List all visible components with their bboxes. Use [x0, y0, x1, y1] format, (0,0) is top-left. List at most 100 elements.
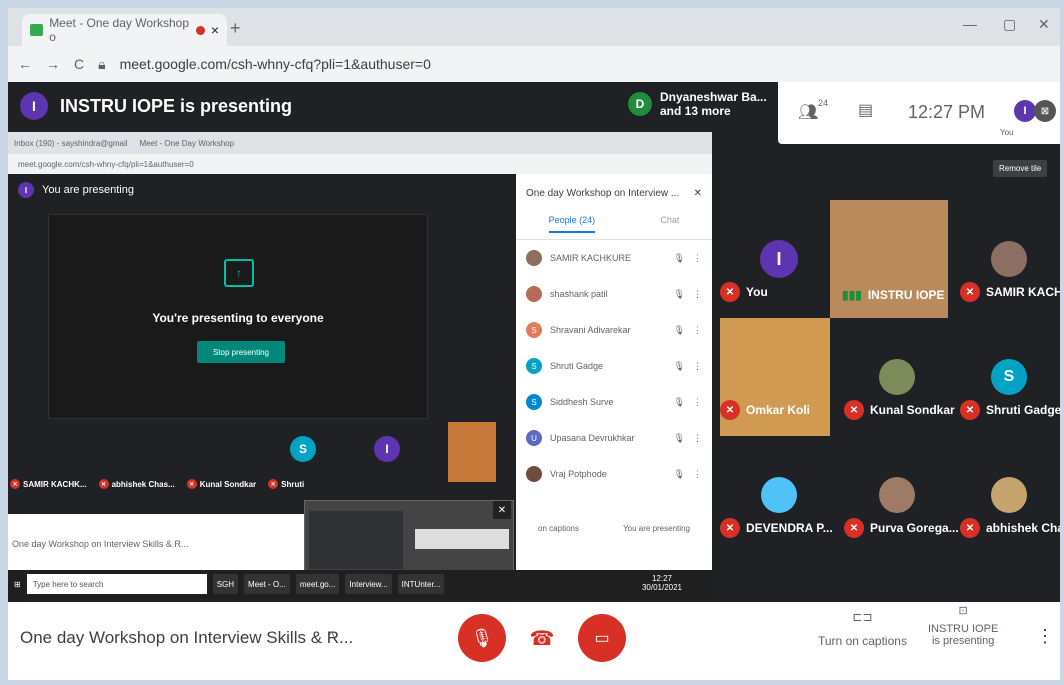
person-name: Vraj Potphode: [550, 469, 607, 479]
tile-purva[interactable]: ✕ Purva Gorega...: [838, 436, 959, 554]
maximize-icon[interactable]: ▢: [1003, 16, 1016, 33]
url-field[interactable]: meet.google.com/csh-whny-cfq?pli=1&authu…: [120, 56, 431, 72]
tile-omkar[interactable]: ✕ Omkar Koli: [720, 318, 830, 436]
tile-photo: [879, 359, 915, 395]
captions-button[interactable]: ⊏⊐ Turn on captions: [818, 610, 907, 648]
more-icon[interactable]: ⋮: [693, 325, 702, 336]
recording-icon: [196, 25, 205, 35]
thumbnail-close-icon[interactable]: ✕: [493, 501, 511, 519]
tile-shruti[interactable]: S ✕ Shruti Gadge: [950, 318, 1060, 436]
person-name: Shruti Gadge: [550, 361, 604, 371]
tile-kunal[interactable]: ✕ Kunal Sondkar: [838, 318, 956, 436]
mic-off-icon: 🎙︎: [673, 360, 685, 371]
back-icon[interactable]: ←: [18, 56, 32, 72]
inner-tab-inbox: Inbox (190) - sayshindra@gmail: [14, 138, 128, 148]
mic-off-icon: 🎙︎: [673, 324, 685, 335]
close-window-icon[interactable]: ✕: [1038, 16, 1050, 33]
more-icon[interactable]: ⋮: [693, 289, 702, 300]
cc-icon: ⊏⊐: [852, 610, 873, 624]
tile-name: Shruti Gadge: [986, 403, 1060, 417]
forward-icon[interactable]: →: [46, 56, 60, 72]
list-item[interactable]: SAMIR KACHKURE 🎙︎ ⋮: [516, 240, 712, 276]
presenting-card: ↑ You're presenting to everyone Stop pre…: [48, 214, 428, 419]
taskbar-item[interactable]: meet.go...: [295, 574, 340, 594]
remove-tile-icon[interactable]: ⊠: [1034, 100, 1056, 122]
presenter-avatar: I: [20, 92, 48, 120]
bottom-control-bar: One day Workshop on Interview Skills & R…: [8, 602, 1060, 680]
list-item[interactable]: Vraj Potphode 🎙︎ ⋮: [516, 456, 712, 492]
captions-button[interactable]: on captions: [538, 524, 579, 533]
windows-start-icon[interactable]: ⊞: [14, 580, 21, 589]
participants-chip[interactable]: D Dnyaneshwar Ba... and 13 more: [628, 90, 767, 118]
list-item[interactable]: shashank patil 🎙︎ ⋮: [516, 276, 712, 312]
tile-abhishek[interactable]: ✕ abhishek Cha...: [950, 436, 1060, 554]
tile-devendra[interactable]: ✕ DEVENDRA P...: [720, 436, 838, 554]
reload-icon[interactable]: C: [74, 56, 84, 72]
address-bar: ← → C 🔒︎ meet.google.com/csh-whny-cfq?pl…: [8, 46, 1060, 82]
tile-you[interactable]: I ✕ You: [720, 200, 838, 318]
mic-off-icon: 🎙︎: [673, 468, 685, 479]
mic-off-icon: 🎙︎: [673, 288, 685, 299]
chat-icon[interactable]: ▤: [858, 100, 873, 120]
meet-favicon-icon: [30, 24, 44, 36]
strip-name: Shruti: [281, 479, 305, 489]
mic-off-icon: 🎙︎: [673, 432, 685, 443]
tab-people[interactable]: People (24): [548, 215, 596, 233]
panel-close-icon[interactable]: ✕: [694, 188, 702, 199]
inner-address-bar: meet.google.com/csh-whny-cfq/pli=1&authu…: [8, 154, 712, 174]
list-item[interactable]: S Shruti Gadge 🎙︎ ⋮: [516, 348, 712, 384]
new-tab-button[interactable]: +: [230, 18, 241, 39]
thumbnail-2[interactable]: [415, 529, 509, 549]
taskbar-item[interactable]: Interview...: [345, 574, 392, 594]
tab-chat[interactable]: Chat: [660, 215, 679, 233]
chevron-up-icon[interactable]: ^: [328, 628, 335, 644]
taskbar-item[interactable]: INTUnter...: [397, 574, 445, 594]
taskbar-item[interactable]: Meet - O...: [244, 574, 290, 594]
more-icon[interactable]: ⋮: [693, 469, 702, 480]
list-item[interactable]: U Upasana Devrukhkar 🎙︎ ⋮: [516, 420, 712, 456]
you-are-presenting-button[interactable]: You are presenting: [623, 524, 690, 533]
participant-name: Dnyaneshwar Ba...: [660, 90, 767, 104]
person-avatar: S: [526, 358, 542, 374]
mic-off-icon: ✕: [98, 479, 109, 489]
tile-name: abhishek Cha...: [986, 521, 1060, 535]
thumbnail-1[interactable]: [309, 511, 403, 569]
tab-close-button[interactable]: ×: [211, 22, 219, 38]
person-avatar: [526, 286, 542, 302]
inner-video-tile: [448, 422, 496, 482]
minimize-icon[interactable]: —: [963, 16, 977, 32]
list-item[interactable]: S Shravani Adivarekar 🎙︎ ⋮: [516, 312, 712, 348]
mic-off-button[interactable]: 🎙︎: [458, 614, 506, 662]
people-icon[interactable]: 👥︎: [798, 102, 818, 122]
more-icon[interactable]: ⋮: [693, 433, 702, 444]
more-icon[interactable]: ⋮: [693, 397, 702, 408]
mic-off-icon: ✕: [186, 479, 197, 489]
tab-meet[interactable]: Meet - One day Workshop o ×: [22, 14, 227, 46]
list-item[interactable]: S Siddhesh Surve 🎙︎ ⋮: [516, 384, 712, 420]
inner-presenting-banner: I You are presenting: [18, 182, 134, 198]
more-icon[interactable]: ⋮: [693, 361, 702, 372]
you-avatar[interactable]: I: [1014, 100, 1036, 122]
presenting-text: INSTRU IOPE is presenting: [60, 95, 293, 116]
captions-label: Turn on captions: [818, 634, 907, 648]
you-are-presenting: You are presenting: [42, 184, 134, 196]
more-options-icon[interactable]: ⋮: [1036, 626, 1054, 647]
you-label: You: [1000, 128, 1014, 137]
participant-avatar: D: [628, 92, 652, 116]
browser-window: Meet - One day Workshop o × + — ▢ ✕ ← → …: [8, 8, 1060, 680]
tile-name: You: [746, 285, 768, 299]
presenting-button[interactable]: ⊡ INSTRU IOPE is presenting: [928, 604, 998, 647]
tile-instru-iope[interactable]: ▮▮▮ INSTRU IOPE: [830, 200, 948, 318]
strip-name: SAMIR KACHK...: [23, 479, 87, 489]
tile-name: SAMIR KACH...: [986, 285, 1060, 299]
taskbar-search[interactable]: Type here to search: [26, 574, 207, 594]
lock-icon: 🔒︎: [98, 55, 106, 72]
tile-samir[interactable]: ✕ SAMIR KACH...: [950, 200, 1060, 318]
meeting-title[interactable]: One day Workshop on Interview Skills & R…: [20, 628, 353, 648]
camera-off-button[interactable]: ▭: [578, 614, 626, 662]
stop-presenting-button[interactable]: Stop presenting: [197, 341, 285, 363]
hang-up-button[interactable]: ☎︎: [518, 614, 566, 662]
more-icon[interactable]: ⋮: [693, 253, 702, 264]
taskbar-item[interactable]: SGH: [212, 574, 239, 594]
person-avatar: [526, 466, 542, 482]
